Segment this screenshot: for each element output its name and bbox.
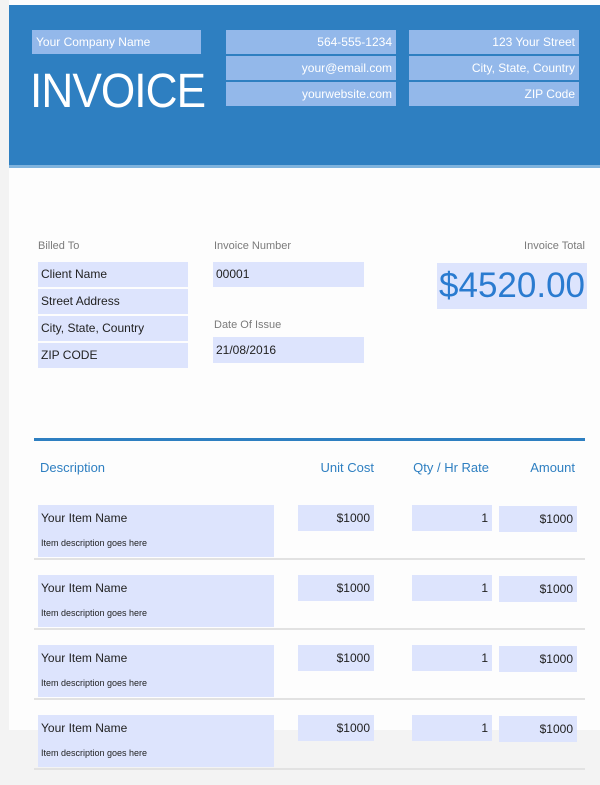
table-row: Your Item Name Item description goes her…	[34, 645, 585, 715]
table-top-rule	[34, 438, 585, 441]
billed-to-label: Billed To	[38, 240, 80, 252]
item-description: Item description goes here	[41, 678, 148, 688]
client-city-field[interactable]: City, State, Country	[38, 316, 188, 341]
item-name: Your Item Name	[41, 721, 128, 735]
unit-cost-field[interactable]: $1000	[298, 645, 374, 671]
company-name-field[interactable]: Your Company Name	[32, 30, 201, 54]
invoice-title: INVOICE	[30, 65, 206, 118]
item-name: Your Item Name	[41, 511, 128, 525]
client-street-field[interactable]: Street Address	[38, 289, 188, 314]
unit-cost-field[interactable]: $1000	[298, 505, 374, 531]
zip-field[interactable]: ZIP Code	[409, 82, 579, 106]
amount-field: $1000	[499, 506, 577, 532]
header-description: Description	[40, 460, 106, 475]
qty-field[interactable]: 1	[412, 715, 492, 741]
item-name: Your Item Name	[41, 651, 128, 665]
item-description: Item description goes here	[41, 608, 148, 618]
website-field[interactable]: yourwebsite.com	[226, 82, 396, 106]
amount-field: $1000	[499, 646, 577, 672]
header-unit-cost: Unit Cost	[320, 460, 374, 475]
item-description-cell[interactable]: Your Item Name Item description goes her…	[38, 575, 274, 627]
amount-field: $1000	[499, 716, 577, 742]
item-name: Your Item Name	[41, 581, 128, 595]
row-divider	[34, 558, 585, 560]
table-row: Your Item Name Item description goes her…	[34, 505, 585, 575]
row-divider	[34, 698, 585, 700]
date-of-issue-field[interactable]: 21/08/2016	[213, 337, 364, 363]
amount-field: $1000	[499, 576, 577, 602]
invoice-total-value: $4520.00	[437, 263, 587, 309]
table-row: Your Item Name Item description goes her…	[34, 715, 585, 785]
qty-field[interactable]: 1	[412, 575, 492, 601]
item-description-cell[interactable]: Your Item Name Item description goes her…	[38, 505, 274, 557]
city-field[interactable]: City, State, Country	[409, 56, 579, 80]
item-description: Item description goes here	[41, 538, 148, 548]
header-amount: Amount	[530, 460, 575, 475]
unit-cost-field[interactable]: $1000	[298, 715, 374, 741]
invoice-number-field[interactable]: 00001	[213, 262, 364, 287]
header-qty: Qty / Hr Rate	[413, 460, 489, 475]
phone-field[interactable]: 564-555-1234	[226, 30, 396, 54]
email-field[interactable]: your@email.com	[226, 56, 396, 80]
qty-field[interactable]: 1	[412, 505, 492, 531]
row-divider	[34, 768, 585, 770]
client-zip-field[interactable]: ZIP CODE	[38, 343, 188, 368]
item-description-cell[interactable]: Your Item Name Item description goes her…	[38, 645, 274, 697]
invoice-total-label: Invoice Total	[524, 240, 585, 252]
date-of-issue-label: Date Of Issue	[214, 319, 282, 331]
client-name-field[interactable]: Client Name	[38, 262, 188, 287]
unit-cost-field[interactable]: $1000	[298, 575, 374, 601]
row-divider	[34, 628, 585, 630]
item-description: Item description goes here	[41, 748, 148, 758]
table-row: Your Item Name Item description goes her…	[34, 575, 585, 645]
item-description-cell[interactable]: Your Item Name Item description goes her…	[38, 715, 274, 767]
qty-field[interactable]: 1	[412, 645, 492, 671]
street-field[interactable]: 123 Your Street	[409, 30, 579, 54]
invoice-number-label: Invoice Number	[214, 240, 292, 252]
